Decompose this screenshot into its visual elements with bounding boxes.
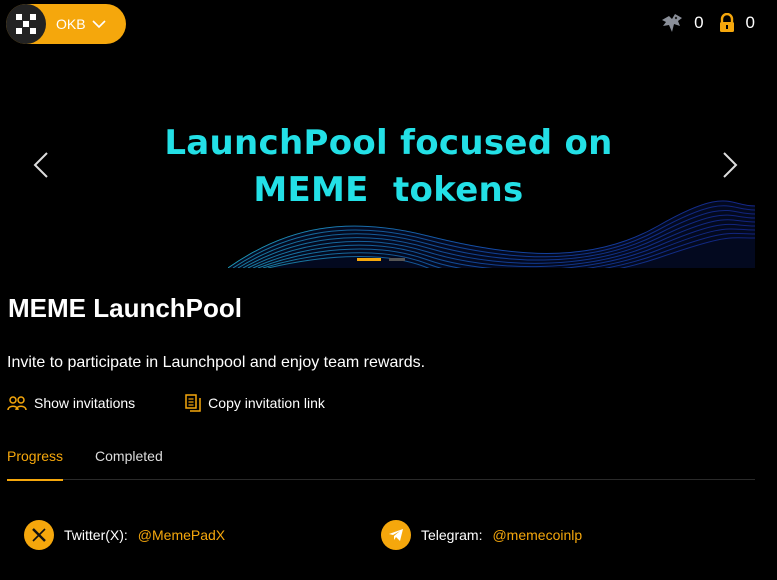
show-invitations-button[interactable]: Show invitations xyxy=(7,394,135,412)
copy-invitation-link-label: Copy invitation link xyxy=(208,395,325,411)
social-telegram: Telegram: @memecoinlp xyxy=(381,520,582,550)
chevron-left-icon[interactable] xyxy=(31,151,51,179)
show-invitations-label: Show invitations xyxy=(34,395,136,411)
x-logo-icon xyxy=(24,520,54,550)
chevron-down-icon xyxy=(92,20,106,29)
tab-progress[interactable]: Progress xyxy=(7,448,64,481)
stat-lock: 0 xyxy=(718,13,755,33)
carousel-dots xyxy=(357,258,405,261)
stat-eagle: 0 xyxy=(660,12,704,34)
banner-carousel[interactable]: LaunchPool focused on MEME tokens xyxy=(0,56,777,268)
tab-completed[interactable]: Completed xyxy=(95,448,163,480)
okx-logo-icon xyxy=(6,4,46,44)
invitation-actions: Show invitations Copy invitation link xyxy=(7,394,325,412)
carousel-dot-2[interactable] xyxy=(389,258,405,261)
users-icon xyxy=(7,396,27,411)
token-selector[interactable]: OKB xyxy=(6,4,126,44)
copy-invitation-link-button[interactable]: Copy invitation link xyxy=(185,394,325,412)
chevron-right-icon[interactable] xyxy=(720,151,740,179)
stat-eagle-value: 0 xyxy=(694,13,704,32)
telegram-icon xyxy=(381,520,411,550)
lock-icon xyxy=(719,13,734,32)
token-name: OKB xyxy=(56,16,86,32)
carousel-dot-1[interactable] xyxy=(357,258,381,261)
telegram-handle-link[interactable]: @memecoinlp xyxy=(492,527,582,543)
banner-title: LaunchPool focused on MEME tokens xyxy=(0,120,777,214)
social-twitter: Twitter(X): @MemePadX xyxy=(24,520,225,550)
twitter-handle-link[interactable]: @MemePadX xyxy=(138,527,225,543)
copy-icon xyxy=(185,394,201,412)
eagle-icon xyxy=(662,14,683,32)
header-stats: 0 0 xyxy=(660,12,755,34)
telegram-label: Telegram: xyxy=(421,527,483,543)
twitter-label: Twitter(X): xyxy=(64,527,128,543)
pool-tabs: Progress Completed xyxy=(7,448,755,481)
stat-lock-value: 0 xyxy=(745,13,755,32)
banner-title-line1: LaunchPool focused on xyxy=(164,123,613,163)
banner-title-line2: MEME tokens xyxy=(253,170,524,210)
page-description: Invite to participate in Launchpool and … xyxy=(7,354,426,371)
page-title: MEME LaunchPool xyxy=(8,293,242,323)
